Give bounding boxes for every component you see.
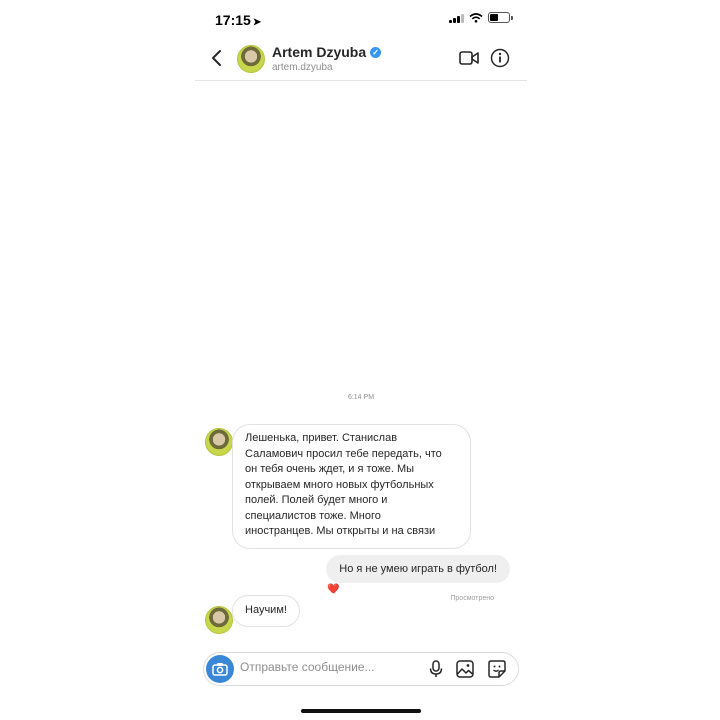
info-icon[interactable]: [490, 48, 510, 68]
incoming-message[interactable]: Лешенька, привет. Станислав Саламович пр…: [232, 424, 471, 549]
profile-name: Artem Dzyuba: [272, 44, 367, 60]
heart-reaction-icon[interactable]: ❤️: [327, 584, 339, 595]
profile-title[interactable]: Artem Dzyuba ✓ artem.dzyuba: [272, 44, 382, 73]
message-composer: [203, 652, 519, 686]
signal-icon: [449, 13, 464, 23]
battery-icon: [488, 12, 510, 23]
status-time: 17:15 ➤: [215, 12, 261, 28]
outgoing-message[interactable]: Но я не умею играть в футбол!: [326, 555, 510, 583]
battery-tip: [511, 15, 513, 20]
status-time-text: 17:15: [215, 12, 251, 28]
status-icons: [449, 12, 513, 23]
chat-timestamp: 6:14 PM: [347, 394, 375, 401]
message-input[interactable]: [240, 660, 380, 674]
video-call-icon[interactable]: [459, 50, 479, 66]
avatar[interactable]: [237, 45, 265, 73]
camera-button[interactable]: [206, 655, 234, 683]
home-indicator[interactable]: [301, 709, 421, 713]
gallery-icon[interactable]: [456, 660, 474, 678]
sticker-icon[interactable]: [488, 660, 506, 678]
incoming-message[interactable]: Научим!: [232, 595, 300, 627]
seen-status: Просмотрено: [450, 595, 494, 602]
chevron-left-icon[interactable]: [207, 46, 227, 70]
message-avatar[interactable]: [205, 428, 233, 456]
verified-badge-icon: ✓: [370, 46, 382, 58]
chat-header: Artem Dzyuba ✓ artem.dzyuba: [195, 36, 527, 81]
microphone-icon[interactable]: [428, 660, 444, 678]
wifi-icon: [469, 12, 483, 23]
location-arrow-icon: ➤: [252, 17, 262, 28]
message-avatar[interactable]: [205, 606, 233, 634]
phone-screen: 17:15 ➤ Artem Dzyuba ✓ artem.dzyuba 6:14…: [195, 0, 527, 720]
profile-name-row: Artem Dzyuba ✓: [272, 44, 382, 60]
profile-username: artem.dzyuba: [272, 62, 333, 73]
camera-icon: [212, 663, 228, 676]
